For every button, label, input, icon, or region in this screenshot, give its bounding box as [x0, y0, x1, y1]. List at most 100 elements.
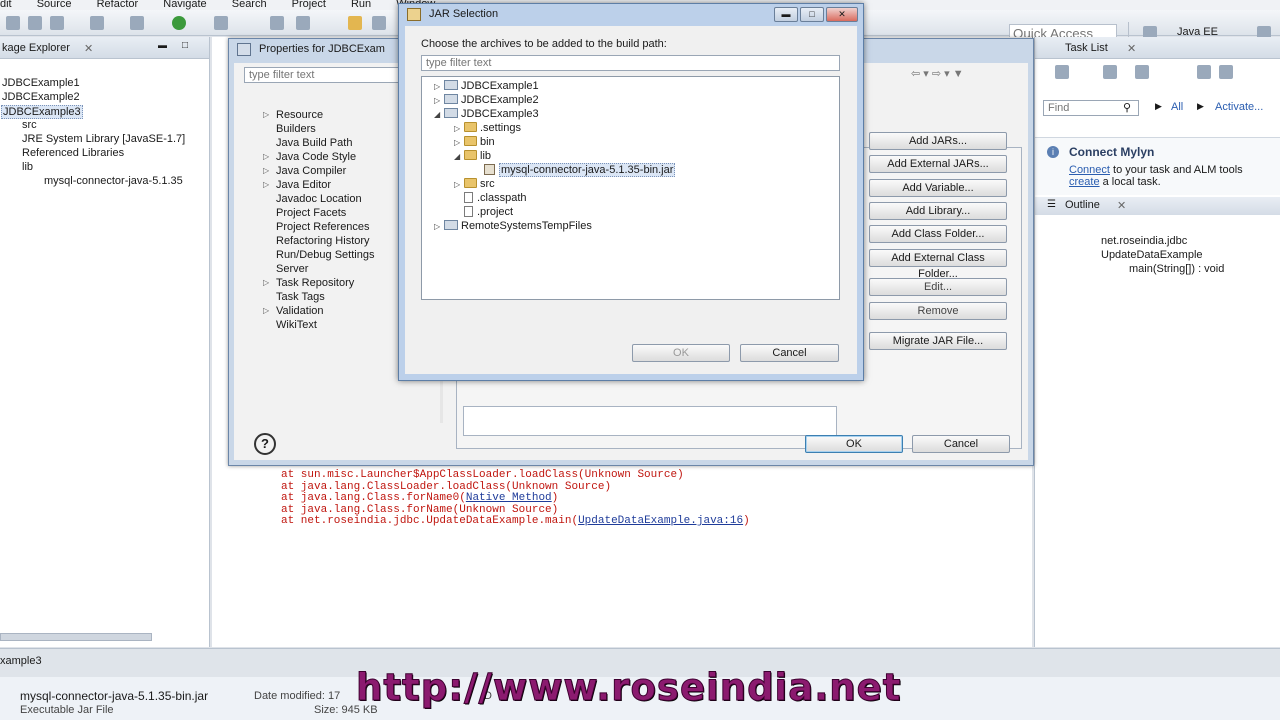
close-icon[interactable]: ✕	[826, 7, 858, 22]
skip-breakpoints-icon[interactable]	[90, 16, 104, 30]
tree-node[interactable]: .classpath	[454, 191, 527, 205]
expand-icon[interactable]: ▷	[263, 304, 269, 318]
cancel-button[interactable]: Cancel	[740, 344, 839, 362]
run-icon[interactable]	[172, 16, 186, 30]
open-type-icon[interactable]	[348, 16, 362, 30]
expand-icon[interactable]: ▷	[263, 276, 269, 290]
cancel-button[interactable]: Cancel	[912, 435, 1010, 453]
ok-button[interactable]: OK	[632, 344, 730, 362]
refresh-icon[interactable]	[296, 16, 310, 30]
print-icon[interactable]	[50, 16, 64, 30]
play-icon[interactable]: ▶	[1155, 101, 1162, 112]
console-link[interactable]: UpdateDataExample.java:16	[578, 515, 743, 527]
outline-item-class[interactable]: UpdateDataExample	[1101, 249, 1203, 261]
side-button[interactable]: Migrate JAR File...	[869, 332, 1007, 350]
side-button[interactable]: Add Library...	[869, 202, 1007, 220]
close-icon[interactable]: ✕	[84, 42, 93, 55]
right-views: Task List ✕ ⚲ ▶ All ▶ Activate... i Conn…	[1034, 37, 1280, 647]
side-button[interactable]: Edit...	[869, 278, 1007, 296]
ok-button[interactable]: OK	[805, 435, 903, 453]
expand-icon[interactable]: ▷	[263, 178, 269, 192]
close-icon[interactable]: ✕	[1117, 199, 1126, 212]
side-button[interactable]: Add Variable...	[869, 179, 1007, 197]
category-label: Project References	[276, 221, 370, 233]
expand-toggle-icon[interactable]: ◢	[434, 108, 444, 122]
side-button[interactable]: Add External Class Folder...	[869, 249, 1007, 280]
tree-item-jre[interactable]: JRE System Library [JavaSE-1.7]	[22, 133, 185, 145]
filter-all-link[interactable]: All	[1171, 101, 1183, 113]
tree-item-project[interactable]: JDBCExample2	[2, 91, 80, 103]
open-task-icon[interactable]	[372, 16, 386, 30]
expand-toggle-icon[interactable]: ▷	[434, 220, 444, 234]
tree-node[interactable]: ◢ JDBCExample3	[434, 107, 539, 121]
new-task-icon[interactable]	[1055, 65, 1069, 79]
collapse-icon[interactable]	[1197, 65, 1211, 79]
expand-icon[interactable]: ▷	[263, 150, 269, 164]
tree-node-label: JDBCExample1	[461, 80, 539, 92]
tree-node[interactable]: .project	[454, 205, 513, 219]
side-button[interactable]: Remove	[869, 302, 1007, 320]
new-icon[interactable]	[6, 16, 20, 30]
task-list-tab[interactable]: Task List ✕	[1035, 37, 1280, 59]
menu-project[interactable]: Project	[292, 0, 326, 10]
expand-toggle-icon[interactable]: ▷	[454, 178, 464, 192]
side-button[interactable]: Add External JARs...	[869, 155, 1007, 173]
expand-toggle-icon[interactable]: ▷	[434, 80, 444, 94]
tree-item-jar[interactable]: mysql-connector-java-5.1.35	[44, 175, 183, 187]
tree-item-referenced-libraries[interactable]: Referenced Libraries	[22, 147, 124, 159]
help-icon[interactable]: ?	[254, 433, 276, 455]
expand-toggle-icon[interactable]: ▷	[454, 136, 464, 150]
tree-item-project[interactable]: JDBCExample1	[2, 77, 80, 89]
menu-search[interactable]: Search	[232, 0, 267, 10]
expand-icon[interactable]: ▷	[263, 164, 269, 178]
archive-tree[interactable]: ▷ JDBCExample1 ▷ JDBCExample2 ◢ JDBCExample3 ▷…	[421, 76, 840, 300]
expand-icon[interactable]: ▷	[263, 108, 269, 122]
create-link[interactable]: create	[1069, 176, 1100, 188]
expand-toggle-icon[interactable]: ◢	[454, 150, 464, 164]
package-explorer-tab[interactable]: kage Explorer ✕ ▬ □	[0, 37, 209, 59]
filter-icon[interactable]	[1135, 65, 1149, 79]
tree-item-project-selected[interactable]: JDBCExample3	[1, 105, 83, 119]
console-link[interactable]: Native Method	[466, 492, 552, 504]
outline-tab[interactable]: ☰ Outline ✕	[1035, 197, 1280, 215]
play-icon[interactable]: ▶	[1197, 101, 1204, 112]
minimize-icon[interactable]: ▬	[158, 40, 167, 50]
menu-edit[interactable]: dit	[0, 0, 12, 10]
menu-run[interactable]: Run	[351, 0, 371, 10]
tree-item-src[interactable]: src	[22, 119, 37, 131]
maximize-icon[interactable]: □	[182, 40, 188, 51]
file-icon	[464, 206, 473, 217]
side-button[interactable]: Add JARs...	[869, 132, 1007, 150]
new-server-icon[interactable]	[270, 16, 284, 30]
categorize-icon[interactable]	[1103, 65, 1117, 79]
tree-node[interactable]: ▷ src	[454, 177, 495, 191]
menu-source[interactable]: Source	[37, 0, 72, 10]
tree-node[interactable]: ▷ bin	[454, 135, 495, 149]
minimize-icon[interactable]: ▬	[774, 7, 798, 22]
synchronize-icon[interactable]	[1219, 65, 1233, 79]
save-icon[interactable]	[28, 16, 42, 30]
menu-refactor[interactable]: Refactor	[97, 0, 139, 10]
connect-link[interactable]: Connect	[1069, 164, 1110, 176]
expand-toggle-icon[interactable]: ▷	[454, 122, 464, 136]
filter-input[interactable]	[421, 55, 840, 71]
tree-node[interactable]: ◢ lib	[454, 149, 491, 163]
tree-node[interactable]: ▷ JDBCExample2	[434, 93, 539, 107]
external-tools-icon[interactable]	[214, 16, 228, 30]
outline-item-method[interactable]: main(String[]) : void	[1129, 263, 1224, 275]
history-nav[interactable]: ⇦ ▾ ⇨ ▾ ▼	[911, 67, 964, 80]
tree-node[interactable]: ▷ JDBCExample1	[434, 79, 539, 93]
horizontal-scrollbar[interactable]	[0, 633, 152, 641]
tree-node[interactable]: ▷ RemoteSystemsTempFiles	[434, 219, 592, 233]
tree-node[interactable]: mysql-connector-java-5.1.35-bin.jar	[474, 163, 676, 177]
tree-node[interactable]: ▷ .settings	[454, 121, 521, 135]
debug-icon[interactable]	[130, 16, 144, 30]
outline-item-package[interactable]: net.roseindia.jdbc	[1101, 235, 1187, 247]
close-icon[interactable]: ✕	[1127, 42, 1136, 55]
menu-navigate[interactable]: Navigate	[163, 0, 206, 10]
tree-item-lib[interactable]: lib	[22, 161, 33, 173]
side-button[interactable]: Add Class Folder...	[869, 225, 1007, 243]
expand-toggle-icon[interactable]: ▷	[434, 94, 444, 108]
maximize-icon[interactable]: □	[800, 7, 824, 22]
activate-link[interactable]: Activate...	[1215, 101, 1263, 113]
